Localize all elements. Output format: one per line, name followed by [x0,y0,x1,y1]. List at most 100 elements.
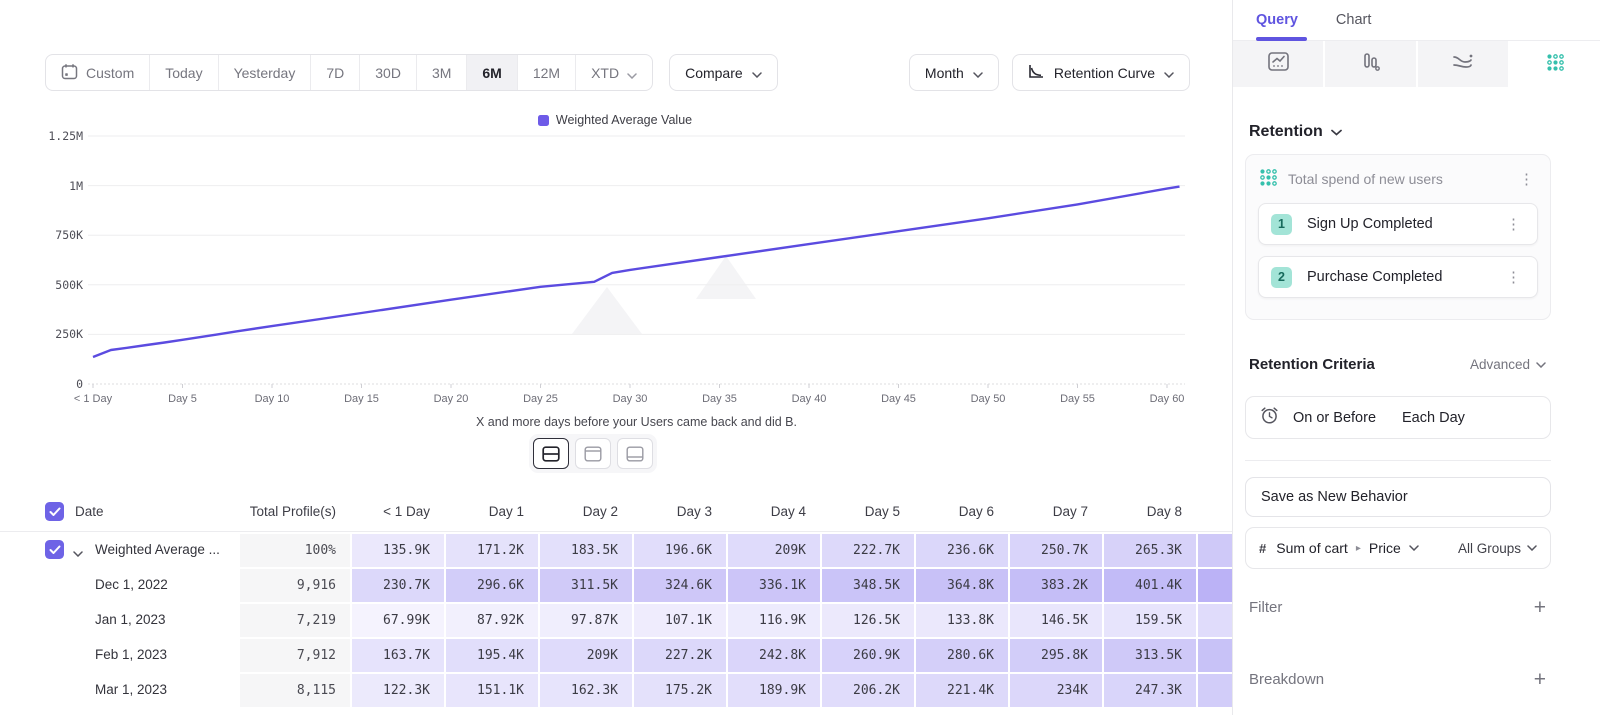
retention-value-cell[interactable]: 247.3K [1102,672,1196,707]
retention-value-cell[interactable]: 206.2K [820,672,914,707]
retention-value-cell[interactable]: 183.5K [538,532,632,567]
retention-value-cell[interactable]: 159.5K [1102,602,1196,637]
retention-value-cell[interactable]: 107.1K [632,602,726,637]
retention-value-cell[interactable]: 311.5K [538,567,632,602]
range-6m[interactable]: 6M [467,55,517,90]
table-row[interactable]: Jan 1, 20237,21967.99K87.92K97.87K107.1K… [0,602,1232,637]
layout-split-toggle[interactable] [533,438,569,469]
retention-value-cell-partial[interactable] [1196,637,1232,672]
report-tab-retention[interactable] [1510,41,1600,87]
measure-property-dropdown[interactable]: Sum of cart [1276,540,1348,556]
range-30d[interactable]: 30D [360,55,417,90]
select-all-checkbox[interactable] [45,502,64,521]
range-7d[interactable]: 7D [311,55,360,90]
total-profiles-cell: 100% [240,532,350,567]
retention-value-cell[interactable]: 336.1K [726,567,820,602]
retention-value-cell[interactable]: 260.9K [820,637,914,672]
retention-section-dropdown[interactable]: Retention [1249,123,1342,141]
retention-value-cell[interactable]: 209K [538,637,632,672]
retention-value-cell[interactable]: 171.2K [444,532,538,567]
behavior-menu-icon[interactable]: ⋮ [1515,170,1538,189]
retention-value-cell[interactable]: 133.8K [914,602,1008,637]
all-groups-dropdown[interactable]: All Groups [1458,541,1537,556]
retention-value-cell[interactable]: 151.1K [444,672,538,707]
retention-value-cell[interactable]: 221.4K [914,672,1008,707]
range-custom[interactable]: Custom [46,55,150,90]
retention-value-cell[interactable]: 324.6K [632,567,726,602]
retention-value-cell[interactable]: 126.5K [820,602,914,637]
retention-value-cell[interactable]: 296.6K [444,567,538,602]
retention-value-cell[interactable]: 250.7K [1008,532,1102,567]
retention-value-cell[interactable]: 265.3K [1102,532,1196,567]
granularity-button[interactable]: Month [909,54,999,91]
tab-query[interactable]: Query [1256,12,1298,28]
retention-value-cell[interactable]: 242.8K [726,637,820,672]
layout-table-only-toggle[interactable] [617,438,653,469]
tab-chart[interactable]: Chart [1336,12,1371,28]
retention-value-cell[interactable]: 348.5K [820,567,914,602]
range-3m[interactable]: 3M [417,55,467,90]
criteria-mode-dropdown[interactable]: Advanced [1470,357,1546,372]
x-axis-tick: Day 25 [523,393,558,405]
retention-value-cell[interactable]: 67.99K [350,602,444,637]
retention-value-cell[interactable]: 236.6K [914,532,1008,567]
retention-value-cell[interactable]: 189.9K [726,672,820,707]
behavior-step[interactable]: 2Purchase Completed⋮ [1258,256,1538,298]
retention-value-cell[interactable]: 135.9K [350,532,444,567]
range-yesterday[interactable]: Yesterday [219,55,312,90]
add-breakdown-button[interactable]: + [1534,669,1546,690]
table-row[interactable]: Dec 1, 20229,916230.7K296.6K311.5K324.6K… [0,567,1232,602]
retention-value-cell[interactable]: 195.4K [444,637,538,672]
retention-value-cell[interactable]: 163.7K [350,637,444,672]
add-filter-button[interactable]: + [1534,597,1546,618]
layout-chart-only-toggle[interactable] [575,438,611,469]
retention-value-cell[interactable]: 87.92K [444,602,538,637]
retention-value-cell[interactable]: 280.6K [914,637,1008,672]
retention-value-cell[interactable]: 364.8K [914,567,1008,602]
save-behavior-button[interactable]: Save as New Behavior [1245,477,1551,517]
retention-value-cell[interactable]: 175.2K [632,672,726,707]
step-menu-icon[interactable]: ⋮ [1502,268,1525,287]
retention-value-cell[interactable]: 122.3K [350,672,444,707]
retention-value-cell[interactable]: 222.7K [820,532,914,567]
retention-value-cell[interactable]: 209K [726,532,820,567]
compare-button[interactable]: Compare [669,54,778,91]
retention-value-cell[interactable]: 116.9K [726,602,820,637]
table-row[interactable]: Weighted Average ...100%135.9K171.2K183.… [0,532,1232,567]
chevron-down-icon [1409,545,1419,551]
retention-value-cell[interactable]: 196.6K [632,532,726,567]
row-expand-icon[interactable] [73,544,83,562]
chart-type-button[interactable]: Retention Curve [1012,54,1190,91]
row-checkbox[interactable] [45,540,64,559]
retention-value-cell[interactable]: 227.2K [632,637,726,672]
retention-value-cell[interactable]: 146.5K [1008,602,1102,637]
retention-value-cell-partial[interactable] [1196,567,1232,602]
retention-value-cell-partial[interactable] [1196,602,1232,637]
retention-value-cell[interactable]: 383.2K [1008,567,1102,602]
behavior-step[interactable]: 1Sign Up Completed⋮ [1258,203,1538,245]
retention-value-cell[interactable]: 234K [1008,672,1102,707]
retention-value-cell-partial[interactable] [1196,532,1232,567]
retention-value-cell[interactable]: 162.3K [538,672,632,707]
report-tab-insights[interactable] [1233,41,1323,87]
table-row[interactable]: Feb 1, 20237,912163.7K195.4K209K227.2K24… [0,637,1232,672]
retention-value-cell[interactable]: 313.5K [1102,637,1196,672]
range-xtd[interactable]: XTD [576,55,652,90]
criteria-row-button[interactable]: On or Before Each Day [1245,396,1551,439]
numeric-property-icon: # [1259,541,1266,556]
retention-value-cell[interactable]: 401.4K [1102,567,1196,602]
report-tab-bar-chart[interactable] [1325,41,1415,87]
range-12m[interactable]: 12M [518,55,576,90]
table-row[interactable]: Mar 1, 20238,115122.3K151.1K162.3K175.2K… [0,672,1232,707]
report-tab-flows[interactable] [1418,41,1508,87]
retention-value-cell[interactable]: 230.7K [350,567,444,602]
range-today[interactable]: Today [150,55,218,90]
retention-chart[interactable]: 1.25M1M750K500K250K0 < 1 DayDay 5Day 10D… [45,131,1185,451]
retention-value-cell[interactable]: 97.87K [538,602,632,637]
day-column-header: < 1 Day [350,492,444,531]
retention-value-cell[interactable]: 295.8K [1008,637,1102,672]
step-menu-icon[interactable]: ⋮ [1502,215,1525,234]
retention-table: DateTotal Profile(s)< 1 DayDay 1Day 2Day… [0,492,1232,707]
y-axis-tick: 750K [45,228,83,242]
retention-value-cell-partial[interactable] [1196,672,1232,707]
